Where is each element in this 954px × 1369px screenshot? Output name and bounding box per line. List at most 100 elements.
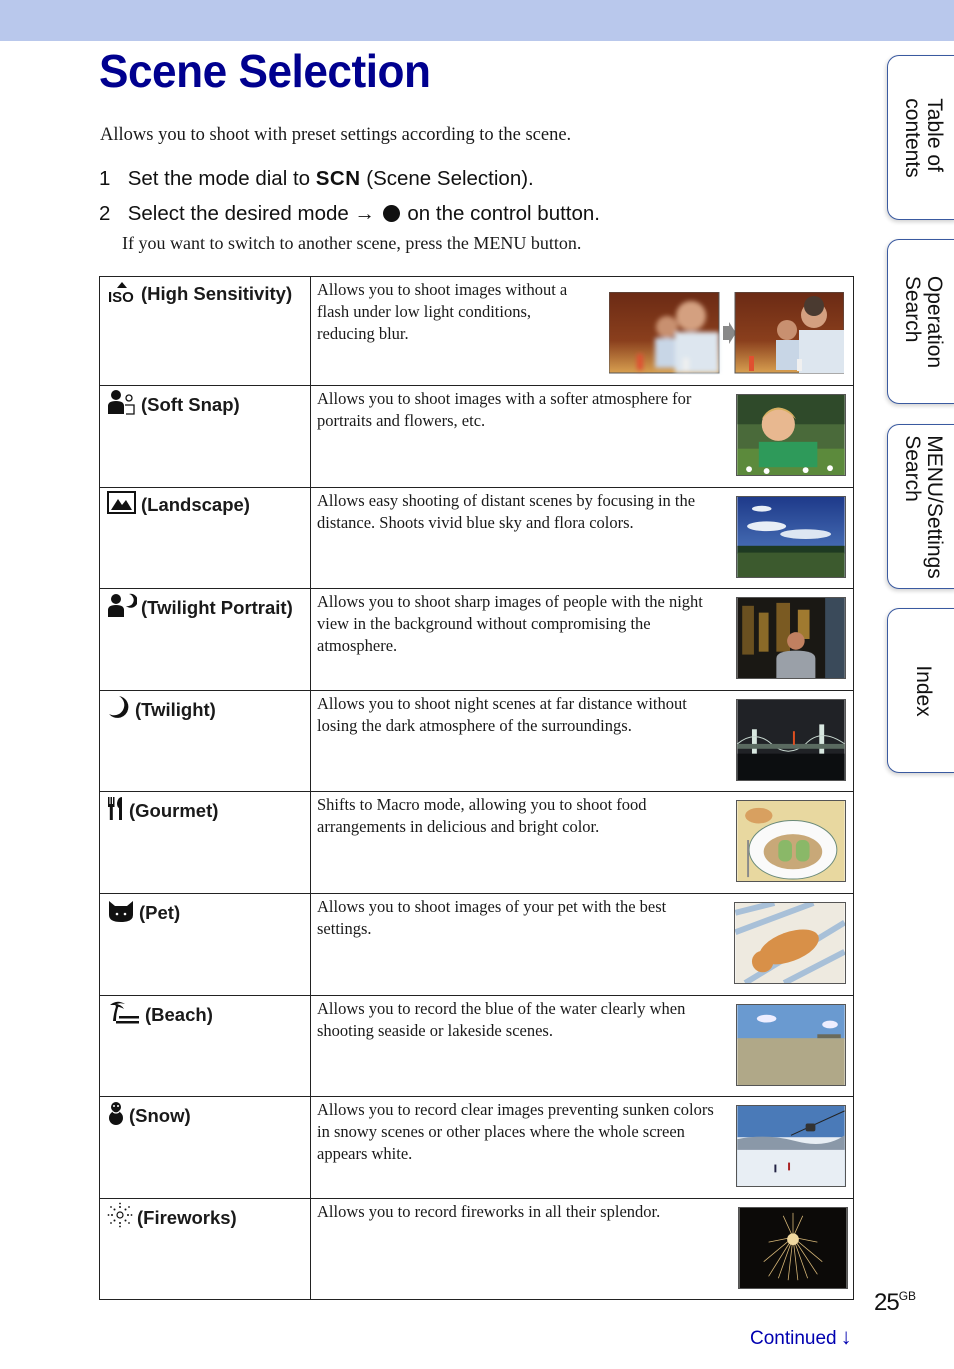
page-number: 25GB [874, 1289, 916, 1317]
description-cell: Allows you to record fireworks in all th… [310, 1198, 854, 1300]
mode-cell: (Twilight Portrait) [99, 588, 311, 691]
snow-snowman-icon [107, 1100, 125, 1131]
pet-cat-icon [107, 897, 135, 928]
tab-label: MENU/Settings [922, 434, 946, 579]
tab-label: Index [911, 664, 935, 717]
step-text-end: on the control button. [407, 202, 600, 225]
scn-symbol: SCN [315, 167, 361, 190]
tab-operation-search[interactable]: Operation Search [887, 239, 954, 404]
mode-description: Allows you to shoot images with a softer… [317, 389, 692, 430]
description-cell: Allows you to shoot night scenes at far … [310, 690, 854, 792]
page-title: Scene Selection [99, 45, 431, 97]
description-cell: Allows you to record clear images preven… [310, 1096, 854, 1199]
step-number: 1 [99, 167, 111, 190]
mode-label: (Landscape) [141, 494, 250, 515]
mode-cell: (Landscape) [99, 487, 311, 589]
plated-food-photo [736, 800, 846, 882]
page-suffix: GB [898, 1289, 917, 1303]
scene-table: ISO (High Sensitivity) Allows you to sho… [99, 276, 854, 1300]
mode-description: Allows you to shoot images without a fla… [317, 280, 568, 343]
landscape-icon [107, 491, 137, 520]
mode-description: Shifts to Macro mode, allowing you to sh… [317, 795, 647, 836]
menu-note: If you want to switch to another scene, … [122, 233, 582, 253]
table-row: ISO (High Sensitivity) Allows you to sho… [99, 276, 854, 386]
table-row: (Soft Snap) Allows you to shoot images w… [99, 385, 854, 488]
tab-label: contents [900, 97, 924, 178]
description-cell: Shifts to Macro mode, allowing you to sh… [310, 791, 854, 894]
continued-label: Continued [750, 1328, 837, 1349]
mode-cell: (Fireworks) [99, 1198, 311, 1300]
table-row: (Twilight Portrait) Allows you to shoot … [99, 588, 854, 691]
tab-menu-settings-search[interactable]: MENU/Settings Search [887, 424, 954, 589]
description-cell: Allows you to shoot images without a fla… [310, 276, 854, 386]
step-text-end: (Scene Selection). [366, 167, 534, 190]
table-row: (Landscape) Allows easy shooting of dist… [99, 487, 854, 589]
tab-label: Search [900, 434, 924, 502]
mode-label: (Gourmet) [129, 800, 219, 821]
high-sensitivity-iso-icon: ISO [107, 280, 137, 309]
soft-snap-icon [107, 389, 137, 420]
gourmet-fork-knife-icon [107, 795, 125, 826]
center-button-icon [382, 205, 400, 222]
mode-label: (Snow) [129, 1105, 191, 1126]
mode-cell: (Twilight) [99, 690, 311, 792]
night-bridge-photo [736, 699, 846, 781]
mode-description: Allows you to record clear images preven… [317, 1100, 714, 1163]
fireworks-icon [107, 1202, 133, 1233]
mode-label: (High Sensitivity) [141, 283, 293, 304]
svg-text:ISO: ISO [108, 289, 134, 304]
step-1: 1 Set the mode dial to SCN (Scene Select… [99, 167, 534, 191]
tab-label: Operation [922, 275, 946, 368]
mode-cell: ISO (High Sensitivity) [99, 276, 311, 386]
tab-table-of-contents[interactable]: Table of contents [887, 55, 954, 220]
step-number: 2 [99, 202, 111, 225]
down-arrow-icon: ↓ [840, 1324, 852, 1349]
table-row: (Snow) Allows you to record clear images… [99, 1096, 854, 1199]
mode-label: (Twilight Portrait) [141, 597, 293, 618]
boy-in-flowers-photo [736, 394, 846, 476]
mode-description: Allows you to record the blue of the wat… [317, 999, 686, 1040]
mode-description: Allows you to shoot images of your pet w… [317, 897, 667, 938]
mode-cell: (Snow) [99, 1096, 311, 1199]
mode-label: (Fireworks) [137, 1207, 237, 1228]
mode-label: (Pet) [139, 902, 181, 923]
step-text: Select the desired mode [127, 202, 349, 225]
description-cell: Allows you to shoot images with a softer… [310, 385, 854, 488]
step-text: Set the mode dial to [127, 167, 311, 190]
mode-label: (Twilight) [135, 699, 216, 720]
mode-description: Allows you to shoot sharp images of peop… [317, 592, 703, 655]
tab-label: Table of [922, 97, 946, 172]
fireworks-photo [738, 1207, 848, 1289]
twilight-moon-icon [107, 694, 131, 725]
mode-cell: (Beach) [99, 995, 311, 1097]
cat-on-blanket-photo [734, 902, 846, 984]
man-with-night-city-photo [736, 597, 846, 679]
tab-index[interactable]: Index [887, 608, 954, 773]
field-and-blue-sky-photo [736, 496, 846, 578]
step-2: 2 Select the desired mode → on the contr… [99, 202, 600, 226]
description-cell: Allows you to shoot images of your pet w… [310, 893, 854, 996]
description-cell: Allows you to record the blue of the wat… [310, 995, 854, 1097]
arrow-icon: → [354, 202, 375, 225]
header-band [0, 0, 954, 41]
ski-slope-gondola-photo [736, 1105, 846, 1187]
intro-text: Allows you to shoot with preset settings… [100, 125, 572, 145]
table-row: (Beach) Allows you to record the blue of… [99, 995, 854, 1097]
continued-link[interactable]: Continued ↓ [750, 1324, 852, 1350]
mode-cell: (Soft Snap) [99, 385, 311, 488]
description-cell: Allows you to shoot sharp images of peop… [310, 588, 854, 691]
description-cell: Allows easy shooting of distant scenes b… [310, 487, 854, 589]
table-row: (Pet) Allows you to shoot images of your… [99, 893, 854, 996]
blurry-vs-sharp-dinner-photo-comparison [609, 292, 844, 374]
table-row: (Gourmet) Shifts to Macro mode, allowing… [99, 791, 854, 894]
page-number-value: 25 [874, 1289, 900, 1316]
twilight-portrait-icon [107, 592, 138, 623]
mode-cell: (Gourmet) [99, 791, 311, 894]
mode-description: Allows you to record fireworks in all th… [317, 1202, 661, 1221]
mode-label: (Soft Snap) [141, 394, 240, 415]
table-row: (Twilight) Allows you to shoot night sce… [99, 690, 854, 792]
mode-description: Allows easy shooting of distant scenes b… [317, 491, 696, 532]
table-row: (Fireworks) Allows you to record firewor… [99, 1198, 854, 1300]
mode-cell: (Pet) [99, 893, 311, 996]
mode-label: (Beach) [145, 1004, 213, 1025]
